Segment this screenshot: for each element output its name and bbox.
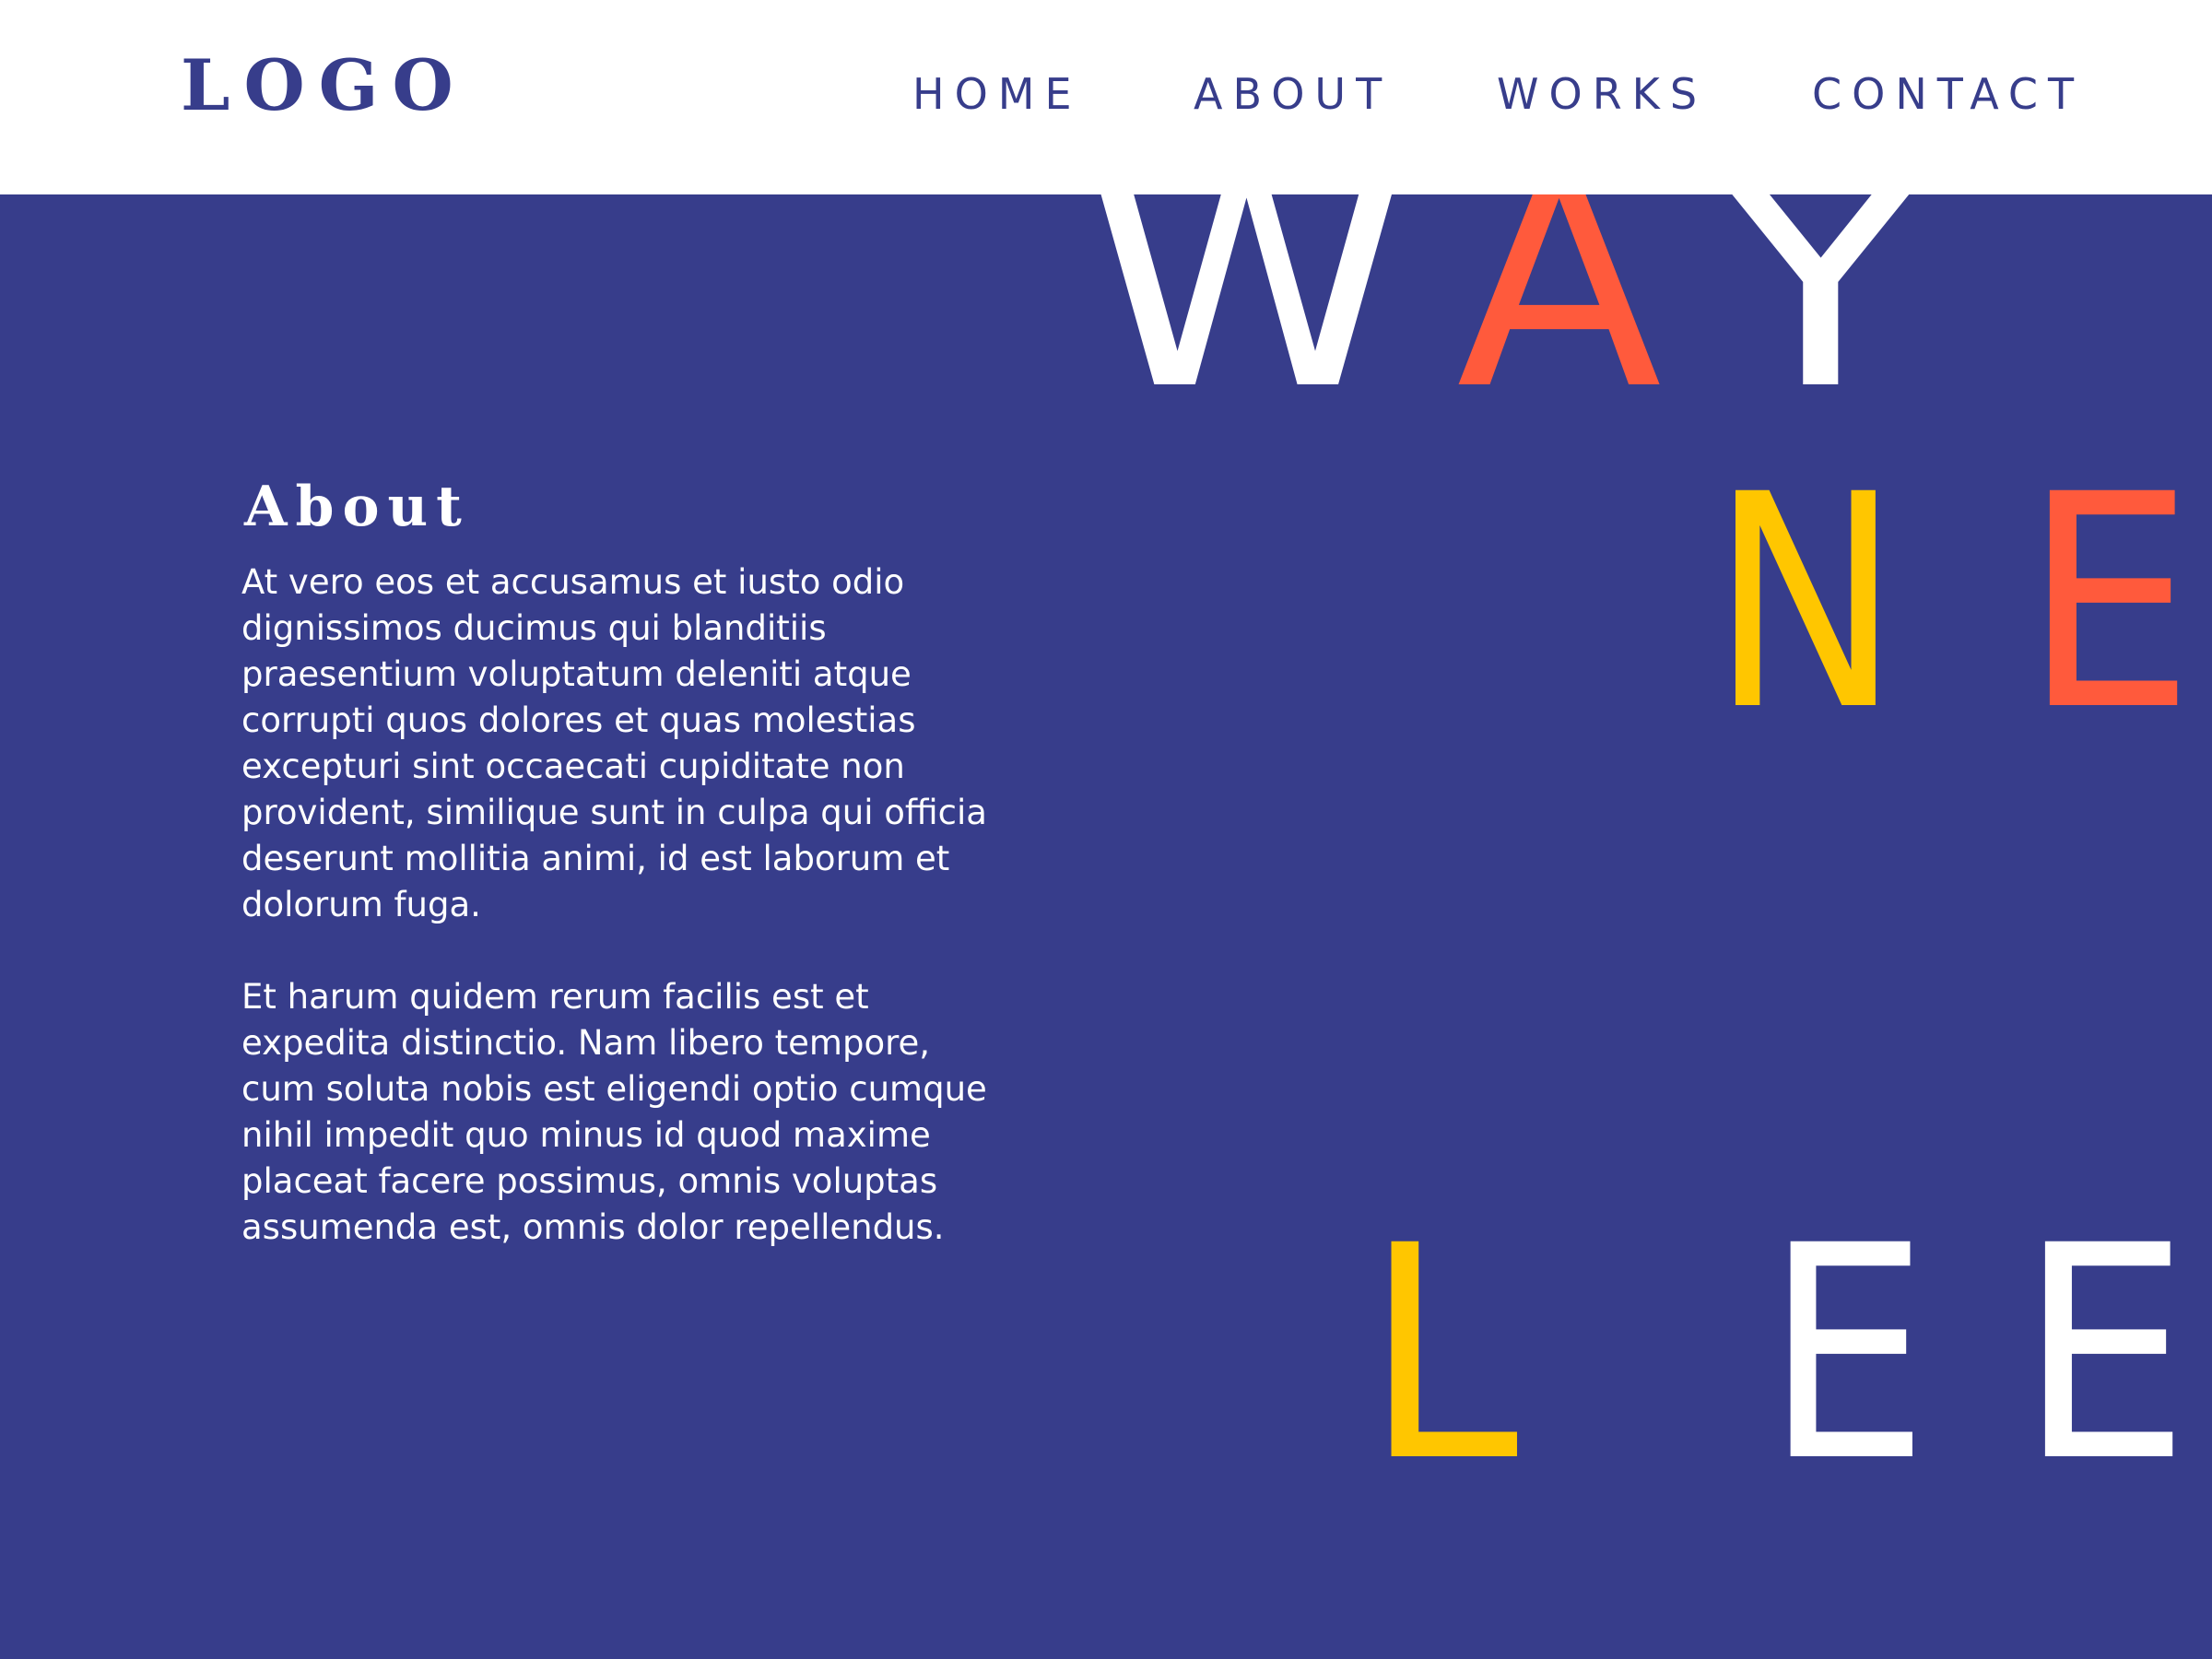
hero-letter-e: E xyxy=(2023,432,2195,775)
hero-letter-e: E xyxy=(1765,1183,1929,1526)
about-paragraph: Et harum quidem rerum facilis est et exp… xyxy=(241,977,987,1247)
about-heading: About xyxy=(244,474,470,539)
site-header: LOGO HOME ABOUT WORKS CONTACT xyxy=(0,0,2212,194)
nav-link-works[interactable]: WORKS xyxy=(1497,73,1707,115)
nav-link-about[interactable]: ABOUT xyxy=(1194,73,1392,115)
logo[interactable]: LOGO xyxy=(181,51,467,121)
about-paragraph: At vero eos et accusamus et iusto odio d… xyxy=(241,562,987,924)
hero-letter-n: N xyxy=(1711,432,1900,775)
nav-link-home[interactable]: HOME xyxy=(912,73,1082,115)
hero-letter-e: E xyxy=(2018,1183,2191,1526)
hero-letter-l: L xyxy=(1364,1183,1519,1526)
nav-link-contact[interactable]: CONTACT xyxy=(1812,73,2084,115)
